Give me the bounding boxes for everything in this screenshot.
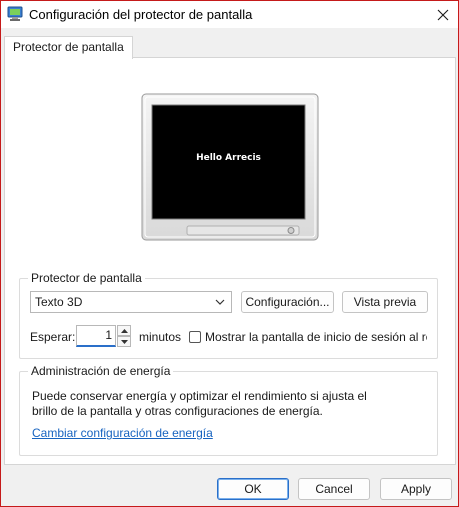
screensaver-dropdown-value: Texto 3D: [35, 295, 83, 309]
screensaver-settings-window: Configuración del protector de pantalla …: [0, 0, 459, 507]
title-bar: Configuración del protector de pantalla: [1, 1, 458, 28]
window-title: Configuración del protector de pantalla: [29, 7, 253, 22]
settings-button[interactable]: Configuración...: [241, 291, 334, 313]
screensaver-group-title: Protector de pantalla: [28, 271, 145, 285]
logon-screen-checkbox[interactable]: [189, 331, 201, 343]
chevron-down-icon: [215, 299, 225, 305]
tab-strip: Protector de pantalla: [1, 34, 458, 59]
monitor-preview: Hello Arrecis: [141, 93, 319, 241]
close-icon: [437, 9, 449, 20]
apply-button[interactable]: Apply: [380, 478, 452, 500]
change-power-settings-link[interactable]: Cambiar configuración de energía: [32, 426, 213, 440]
wait-label: Esperar:: [30, 330, 76, 344]
caret-down-icon: [120, 339, 128, 344]
preview-screen-text: Hello Arrecis: [196, 153, 261, 163]
close-button[interactable]: [428, 1, 458, 28]
logon-checkbox-label[interactable]: Mostrar la pantalla de inicio de sesión …: [205, 330, 427, 344]
wait-minutes-stepper: [117, 325, 131, 347]
ok-button[interactable]: OK: [217, 478, 289, 500]
tab-screensaver[interactable]: Protector de pantalla: [4, 36, 133, 59]
power-description-line1: Puede conservar energía y optimizar el r…: [32, 389, 367, 403]
power-management-group: Administración de energía Puede conserva…: [19, 364, 438, 456]
power-description-line2: brillo de la pantalla y otras configurac…: [32, 404, 323, 418]
minutes-label: minutos: [139, 330, 182, 344]
logon-checkbox-label-wrap: Mostrar la pantalla de inicio de sesión …: [205, 330, 427, 344]
caret-up-icon: [120, 328, 128, 333]
wait-minutes-input[interactable]: 1: [76, 325, 116, 347]
spin-down-button[interactable]: [117, 336, 131, 347]
preview-button[interactable]: Vista previa: [342, 291, 428, 313]
tab-panel: Hello Arrecis Protector de pantalla Text…: [4, 57, 456, 465]
screensaver-dropdown[interactable]: Texto 3D: [30, 291, 232, 313]
screensaver-app-icon: [7, 6, 23, 22]
power-group-title: Administración de energía: [28, 364, 174, 378]
cancel-button[interactable]: Cancel: [298, 478, 370, 500]
spin-up-button[interactable]: [117, 325, 131, 336]
screensaver-group: Protector de pantalla Texto 3D Configura…: [19, 271, 438, 359]
